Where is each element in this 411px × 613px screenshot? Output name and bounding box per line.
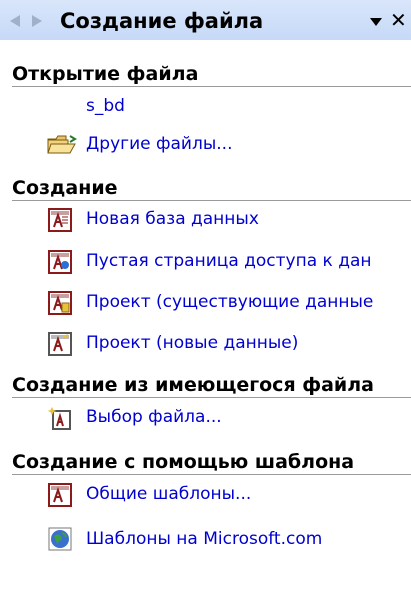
recent-file-link[interactable]: s_bd (86, 95, 125, 117)
project-existing-data-icon (48, 291, 72, 315)
project-existing-data-link[interactable]: Проект (существующие данные (86, 291, 373, 313)
section-header-open: Открытие файла (12, 63, 199, 85)
templates-icon (48, 483, 72, 507)
section-divider (12, 200, 411, 201)
new-from-existing-icon (48, 406, 72, 430)
section-divider (12, 86, 411, 87)
blank-data-access-page-link[interactable]: Пустая страница доступа к дан (86, 250, 372, 272)
data-access-page-icon (48, 250, 72, 274)
close-icon[interactable]: ✕ (390, 9, 410, 31)
section-header-template: Создание с помощью шаблона (12, 451, 355, 473)
globe-icon (48, 527, 72, 551)
section-divider (12, 397, 411, 398)
templates-on-microsoft-link[interactable]: Шаблоны на Microsoft.com (86, 528, 322, 550)
access-db-icon (48, 208, 72, 232)
project-new-data-icon (48, 332, 72, 356)
section-divider (12, 474, 411, 475)
back-arrow-icon[interactable] (8, 14, 22, 28)
section-header-from-existing: Создание из имеющегося файла (12, 374, 374, 396)
choose-file-link[interactable]: Выбор файла... (86, 406, 222, 428)
general-templates-link[interactable]: Общие шаблоны... (86, 483, 251, 505)
open-folder-icon (46, 133, 78, 157)
task-pane-titlebar: Создание файла ✕ (0, 0, 411, 40)
other-files-link[interactable]: Другие файлы... (86, 133, 232, 155)
new-database-link[interactable]: Новая база данных (86, 208, 259, 230)
forward-arrow-icon[interactable] (30, 14, 44, 28)
dropdown-arrow-icon[interactable] (368, 14, 384, 28)
task-pane: Создание файла ✕ Открытие файла s_bd Дру… (0, 0, 411, 613)
task-pane-title: Создание файла (60, 9, 264, 33)
section-header-create: Создание (12, 177, 118, 199)
project-new-data-link[interactable]: Проект (новые данные) (86, 332, 298, 354)
